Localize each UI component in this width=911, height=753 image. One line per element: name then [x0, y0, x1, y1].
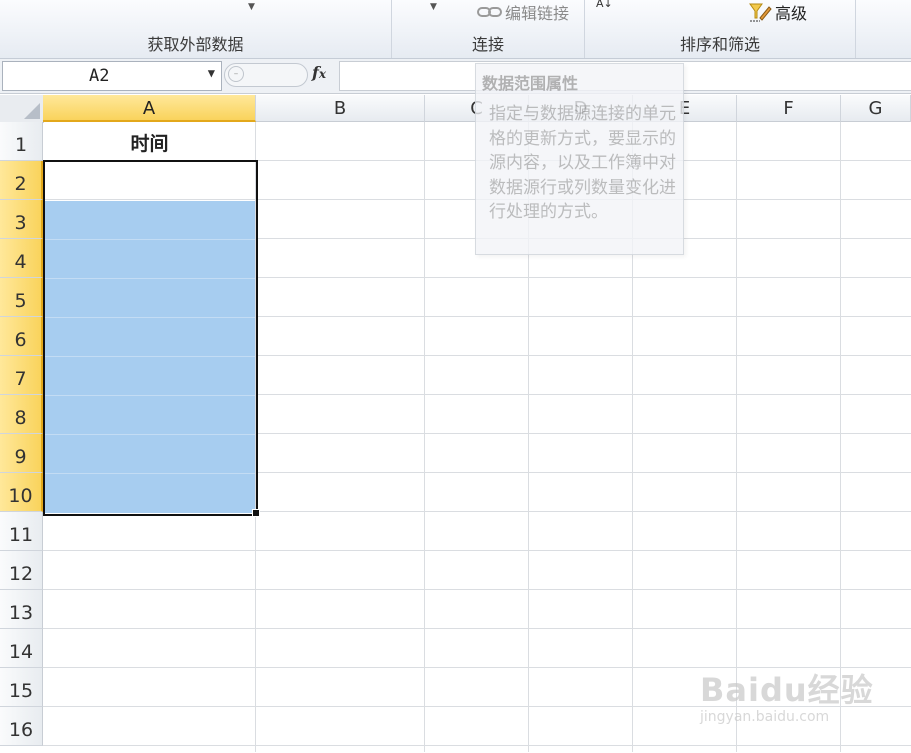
fill-handle[interactable]	[252, 509, 260, 517]
dropdown-arrow-icon[interactable]: ▼	[430, 2, 437, 12]
sort-icon[interactable]: A↓	[596, 0, 613, 10]
formula-buttons: –	[224, 63, 308, 87]
grid-line	[43, 628, 911, 629]
advanced-filter-button[interactable]: 高级	[748, 0, 807, 24]
ribbon-group-get-external-data: ▼ 获取外部数据	[0, 0, 392, 58]
edit-links-label: 编辑链接	[505, 4, 570, 23]
ribbon-group-label: 获取外部数据	[147, 35, 244, 54]
grid-line	[43, 745, 911, 746]
grid-line	[43, 589, 911, 590]
row-header-12[interactable]: 12	[0, 551, 43, 590]
tooltip-title: 数据范围属性	[482, 74, 579, 93]
watermark-brand: Baidu经验	[700, 671, 874, 709]
formula-bar: A2 ▼ – fx	[0, 59, 911, 94]
filter-pencil-icon	[749, 3, 772, 22]
minus-icon[interactable]: –	[228, 66, 244, 82]
baidu-watermark: Baidu经验 jingyan.baidu.com	[700, 665, 874, 725]
grid-line	[424, 122, 425, 752]
row-header-9[interactable]: 9	[0, 434, 43, 473]
column-header-f[interactable]: F	[737, 95, 841, 122]
column-header-g[interactable]: G	[841, 95, 911, 122]
chevron-down-icon[interactable]: ▼	[208, 66, 215, 80]
row-header-7[interactable]: 7	[0, 356, 43, 395]
row-header-6[interactable]: 6	[0, 317, 43, 356]
row-header-10[interactable]: 10	[0, 473, 43, 512]
row-header-14[interactable]: 14	[0, 629, 43, 668]
select-all-corner[interactable]	[0, 95, 44, 123]
link-icon	[477, 7, 502, 17]
advanced-label: 高级	[775, 4, 808, 23]
ribbon-group-sort-filter: 排序和筛选	[585, 0, 856, 58]
ribbon: ▼ 获取外部数据 连接 ▼ 编辑链接 排序和筛选 A↓ 高级	[0, 0, 911, 59]
dropdown-arrow-icon[interactable]: ▼	[248, 2, 255, 12]
row-header-16[interactable]: 16	[0, 707, 43, 746]
row-header-5[interactable]: 5	[0, 278, 43, 317]
row-header-11[interactable]: 11	[0, 512, 43, 551]
column-header-b[interactable]: B	[256, 95, 425, 122]
tooltip: 数据范围属性 指定与数据源连接的单元格的更新方式，要显示的源内容，以及工作簿中对…	[475, 63, 684, 255]
grid-line	[840, 122, 841, 752]
grid-line	[43, 550, 911, 551]
cell-a1[interactable]: 时间	[44, 122, 255, 161]
grid-line	[736, 122, 737, 752]
tooltip-body: 指定与数据源连接的单元格的更新方式，要显示的源内容，以及工作簿中对数据源行或列数…	[489, 104, 676, 222]
insert-function-icon[interactable]: fx	[312, 63, 326, 82]
edit-links-button[interactable]: 编辑链接	[477, 0, 569, 24]
row-header-3[interactable]: 3	[0, 200, 43, 239]
ribbon-group-label: 连接	[471, 35, 504, 54]
selection-border	[43, 160, 258, 516]
row-header-2[interactable]: 2	[0, 161, 43, 200]
ribbon-group-label: 排序和筛选	[679, 35, 760, 54]
column-header-a[interactable]: A	[43, 95, 256, 122]
watermark-url: jingyan.baidu.com	[700, 709, 830, 725]
row-header-1[interactable]: 1	[0, 122, 43, 161]
name-box[interactable]: A2 ▼	[2, 61, 222, 91]
row-header-15[interactable]: 15	[0, 668, 43, 707]
name-box-value: A2	[89, 66, 110, 86]
row-header-8[interactable]: 8	[0, 395, 43, 434]
row-header-4[interactable]: 4	[0, 239, 43, 278]
row-header-13[interactable]: 13	[0, 590, 43, 629]
